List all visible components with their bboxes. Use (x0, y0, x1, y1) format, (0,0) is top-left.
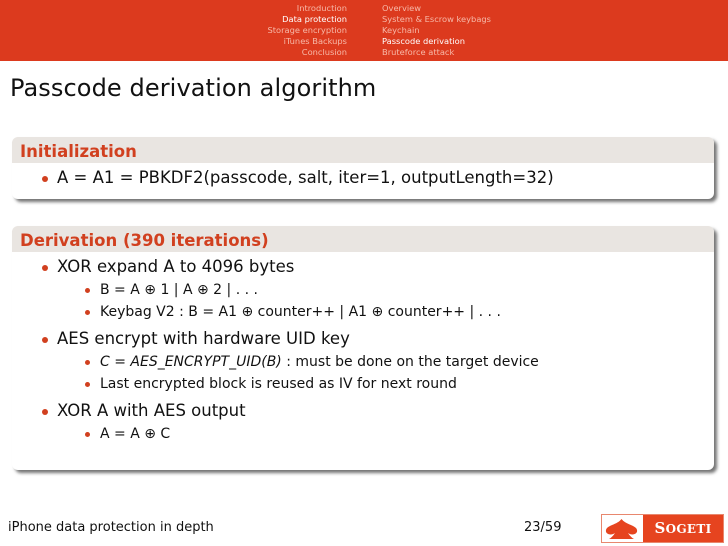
bullet-icon (42, 409, 48, 415)
sub-list-item: Keybag V2 : B = A1 ⊕ counter++ | A1 ⊕ co… (12, 301, 714, 323)
sub-list-item-text: B = A ⊕ 1 | A ⊕ 2 | . . . (100, 282, 258, 298)
list-item: AES encrypt with hardware UID key (12, 327, 714, 351)
nav-subsection-keychain[interactable]: Keychain (382, 25, 491, 36)
block-title: Derivation (390 iterations) (12, 226, 714, 252)
list-item: XOR expand A to 4096 bytes (12, 255, 714, 279)
nav-section-introduction[interactable]: Introduction (267, 3, 347, 14)
bullet-icon (85, 288, 90, 293)
navigation-header: Introduction Data protection Storage enc… (0, 0, 728, 61)
nav-subsection-overview[interactable]: Overview (382, 3, 491, 14)
footer-presentation-title: iPhone data protection in depth (8, 520, 214, 535)
bullet-icon (85, 310, 90, 315)
math-expression: C = AES_ENCRYPT_UID(B) (100, 354, 282, 370)
sub-list-item-text: : must be done on the target device (281, 354, 539, 370)
page-number: 23/59 (524, 520, 562, 535)
list-item: XOR A with AES output (12, 399, 714, 423)
list-item: A = A1 = PBKDF2(passcode, salt, iter=1, … (12, 166, 714, 190)
bullet-icon (85, 360, 90, 365)
slide-title: Passcode derivation algorithm (10, 74, 377, 102)
logo-wordmark: SOGETI (643, 515, 723, 542)
sub-list-item-text: A = A ⊕ C (100, 426, 171, 442)
list-item-text: AES encrypt with hardware UID key (57, 329, 350, 348)
bullet-icon (42, 176, 48, 182)
nav-subsection-keybags[interactable]: System & Escrow keybags (382, 14, 491, 25)
bullet-icon (42, 337, 48, 343)
bullet-icon (85, 382, 90, 387)
nav-section-data-protection[interactable]: Data protection (267, 14, 347, 25)
list-item-text: A = A1 = PBKDF2(passcode, salt, iter=1, … (57, 168, 554, 187)
subsection-nav: Overview System & Escrow keybags Keychai… (382, 3, 491, 58)
initialization-block: Initialization A = A1 = PBKDF2(passcode,… (12, 137, 714, 199)
list-item-text: XOR A with AES output (57, 401, 246, 420)
sub-list-item-text: Last encrypted block is reused as IV for… (100, 376, 457, 392)
sub-list-item-text: Keybag V2 : B = A1 ⊕ counter++ | A1 ⊕ co… (100, 304, 501, 320)
sub-list-item: A = A ⊕ C (12, 423, 714, 445)
block-body: XOR expand A to 4096 bytes B = A ⊕ 1 | A… (12, 252, 714, 451)
nav-section-itunes-backups[interactable]: iTunes Backups (267, 36, 347, 47)
sub-list-item: Last encrypted block is reused as IV for… (12, 373, 714, 395)
nav-subsection-passcode-derivation[interactable]: Passcode derivation (382, 36, 491, 47)
sub-list-item: C = AES_ENCRYPT_UID(B) : must be done on… (12, 351, 714, 373)
spade-icon (602, 515, 643, 542)
sub-list-item: B = A ⊕ 1 | A ⊕ 2 | . . . (12, 279, 714, 301)
nav-subsection-bruteforce[interactable]: Bruteforce attack (382, 47, 491, 58)
block-body: A = A1 = PBKDF2(passcode, salt, iter=1, … (12, 163, 714, 196)
section-nav: Introduction Data protection Storage enc… (267, 3, 347, 58)
nav-section-conclusion[interactable]: Conclusion (267, 47, 347, 58)
bullet-icon (85, 432, 90, 437)
block-title: Initialization (12, 137, 714, 163)
bullet-icon (42, 265, 48, 271)
sogeti-logo: SOGETI (601, 514, 724, 543)
derivation-block: Derivation (390 iterations) XOR expand A… (12, 226, 714, 470)
nav-section-storage-encryption[interactable]: Storage encryption (267, 25, 347, 36)
list-item-text: XOR expand A to 4096 bytes (57, 257, 295, 276)
